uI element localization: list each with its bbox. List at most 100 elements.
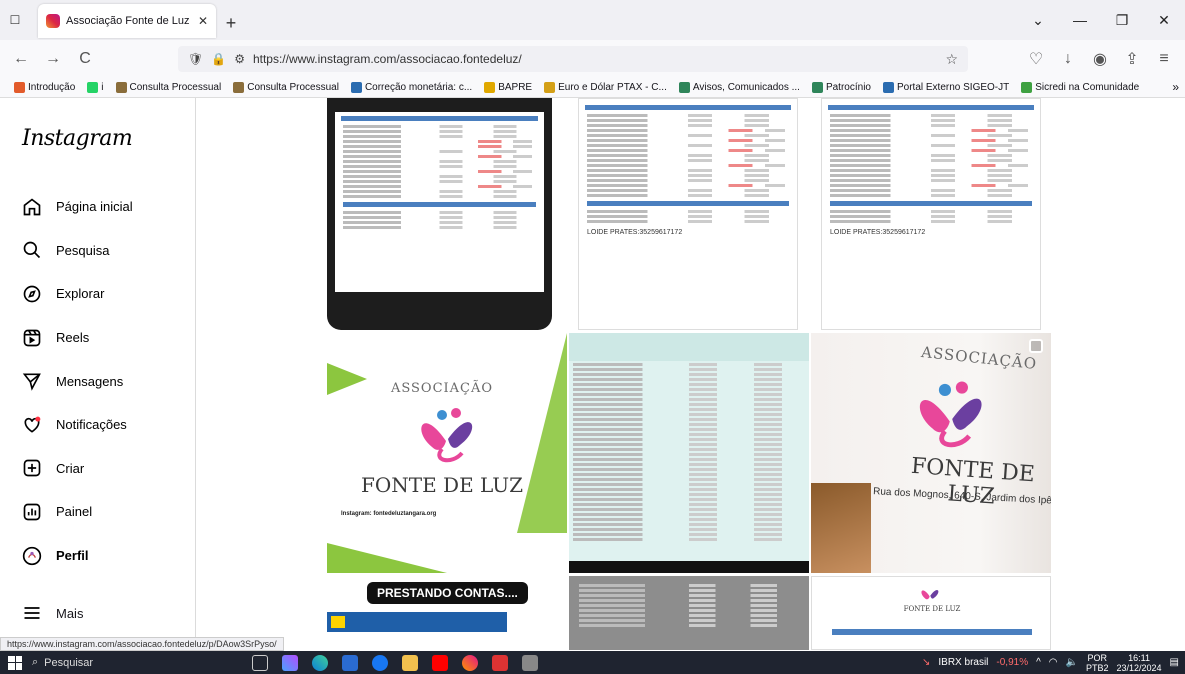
- sidebar-menu: Página inicial Pesquisa Explorar Reels M…: [22, 185, 133, 577]
- edge-icon[interactable]: [312, 654, 328, 671]
- post-bank-statement[interactable]: [569, 333, 809, 573]
- sidebar-item-reels[interactable]: Reels: [22, 316, 133, 360]
- bookmarks-overflow-icon[interactable]: »: [1172, 80, 1179, 94]
- new-tab-button[interactable]: +: [216, 6, 246, 40]
- bookmark-item[interactable]: Introdução: [14, 82, 75, 93]
- firefox-icon[interactable]: [462, 654, 478, 671]
- bookmark-favicon-icon: [811, 82, 823, 93]
- sidebar-item-dashboard[interactable]: Painel: [22, 490, 133, 534]
- file-explorer-icon[interactable]: [402, 654, 418, 671]
- sidebar-item-label: Criar: [56, 460, 85, 476]
- tab-list-button[interactable]: ☐: [0, 0, 30, 40]
- send-icon: [22, 371, 42, 391]
- active-tab[interactable]: Associação Fonte de Luz (@ass ✕: [38, 4, 216, 38]
- notifications-icon[interactable]: ▤: [1170, 657, 1179, 668]
- sidebar-item-create[interactable]: Criar: [22, 447, 133, 491]
- reload-button[interactable]: C: [72, 46, 98, 72]
- post-prestando-contas[interactable]: PRESTANDO CONTAS....: [327, 576, 567, 650]
- bookmark-item[interactable]: BAPRE: [484, 82, 532, 93]
- store-icon[interactable]: [342, 654, 358, 671]
- bookmark-item[interactable]: Consulta Processual: [115, 82, 222, 93]
- close-window-button[interactable]: ✕: [1143, 12, 1185, 29]
- youtube-icon[interactable]: [432, 654, 448, 671]
- bookmark-item[interactable]: Euro e Dólar PTAX - C...: [544, 82, 667, 93]
- bookmark-item[interactable]: Correção monetária: c...: [350, 82, 472, 93]
- copilot-icon[interactable]: [282, 654, 298, 671]
- post-financial-report-1[interactable]: [327, 98, 552, 330]
- bookmark-star-icon[interactable]: ☆: [945, 51, 958, 68]
- post-association-sign-photo[interactable]: ASSOCIAÇÃO FONTE DE LUZ Rua dos Mognos, …: [811, 333, 1051, 573]
- reels-icon: [22, 328, 42, 348]
- clock[interactable]: 16:11 23/12/2024: [1117, 653, 1162, 673]
- windows-taskbar: ⌕ Pesquisar ↘ IBRX brasil -0,91% ^ ◠ 🔈 P…: [0, 651, 1185, 674]
- restore-button[interactable]: ❐: [1101, 12, 1143, 29]
- pocket-icon[interactable]: ♡: [1023, 46, 1049, 72]
- toolbar-icons: ♡ ↓ ◉ ⇪ ≡: [1023, 46, 1177, 72]
- tab-close-icon[interactable]: ✕: [198, 14, 208, 28]
- sidebar-item-profile[interactable]: Perfil: [22, 534, 133, 578]
- butterfly-logo-icon: [421, 408, 473, 463]
- taskbar-search[interactable]: ⌕ Pesquisar: [32, 654, 152, 672]
- bookmark-item[interactable]: Patrocínio: [811, 82, 871, 93]
- bookmark-favicon-icon: [882, 82, 894, 93]
- status-url: https://www.instagram.com/associacao.fon…: [0, 637, 284, 651]
- ibrx-label[interactable]: IBRX brasil: [938, 657, 988, 668]
- bookmark-item[interactable]: Avisos, Comunicados ...: [678, 82, 800, 93]
- lock-icon[interactable]: 🔒: [211, 52, 226, 66]
- volume-icon[interactable]: 🔈: [1066, 657, 1078, 668]
- minimize-button[interactable]: —: [1059, 12, 1101, 28]
- stock-down-icon: ↘: [922, 657, 931, 668]
- butterfly-logo-icon: [921, 590, 939, 600]
- pen-icon[interactable]: [522, 654, 538, 671]
- task-view-icon[interactable]: [252, 654, 268, 671]
- sidebar-item-search[interactable]: Pesquisa: [22, 229, 133, 273]
- bookmark-label: Consulta Processual: [129, 82, 222, 93]
- sidebar-item-more[interactable]: Mais: [22, 603, 83, 623]
- tray-overflow-icon[interactable]: ^: [1036, 657, 1041, 668]
- apps-icon[interactable]: [492, 654, 508, 671]
- fonte-de-luz-label: FONTE DE LUZ: [903, 605, 961, 613]
- language-indicator[interactable]: POR PTB2: [1086, 653, 1109, 673]
- bookmark-item[interactable]: Portal Externo SIGEO-JT: [882, 82, 1009, 93]
- bookmark-favicon-icon: [544, 82, 556, 93]
- post-small-logo-report[interactable]: FONTE DE LUZ: [811, 576, 1051, 650]
- share-icon[interactable]: ⇪: [1119, 46, 1145, 72]
- bookmark-item[interactable]: Sicredi na Comunidade: [1021, 82, 1139, 93]
- bookmark-item[interactable]: i: [87, 82, 104, 93]
- post-association-logo[interactable]: ASSOCIAÇÃO FONTE DE LUZ Instagram: fonte…: [327, 333, 567, 573]
- tab-dropdown-icon[interactable]: ⌄: [1017, 12, 1059, 29]
- bookmark-label: BAPRE: [498, 82, 533, 93]
- back-button[interactable]: ←: [8, 46, 34, 72]
- reel-icon: [1029, 339, 1043, 353]
- menu-icon[interactable]: ≡: [1151, 46, 1177, 72]
- downloads-icon[interactable]: ↓: [1055, 46, 1081, 72]
- instagram-logo[interactable]: Instagram: [22, 126, 133, 151]
- permissions-icon[interactable]: ⚙: [234, 52, 245, 66]
- post-financial-report-3[interactable]: LOIDE PRATES:35259617172: [821, 98, 1041, 330]
- home-icon: [22, 197, 42, 217]
- account-icon[interactable]: ◉: [1087, 46, 1113, 72]
- taskbar-search-label: Pesquisar: [44, 656, 94, 669]
- tab-bar: ☐ Associação Fonte de Luz (@ass ✕ +: [0, 0, 1185, 40]
- sidebar-item-explore[interactable]: Explorar: [22, 272, 133, 316]
- bookmark-label: Euro e Dólar PTAX - C...: [558, 82, 667, 93]
- sidebar-item-label: Pesquisa: [56, 242, 110, 258]
- bookmark-label: Introdução: [28, 82, 76, 93]
- forward-button[interactable]: →: [40, 46, 66, 72]
- sidebar-item-messages[interactable]: Mensagens: [22, 359, 133, 403]
- post-financial-report-2[interactable]: LOIDE PRATES:35259617172: [578, 98, 798, 330]
- post-statement-photo[interactable]: [569, 576, 809, 650]
- sidebar-item-notifications[interactable]: Notificações: [22, 403, 133, 447]
- network-icon[interactable]: ◠: [1049, 657, 1058, 668]
- facebook-icon[interactable]: [372, 654, 388, 671]
- bookmark-item[interactable]: Consulta Processual: [233, 82, 339, 93]
- shield-icon[interactable]: 🛡: [188, 52, 203, 66]
- butterfly-logo-icon: [919, 381, 982, 448]
- url-bar[interactable]: 🛡 🔒 ⚙ https://www.instagram.com/associac…: [178, 46, 968, 72]
- windows-start-icon[interactable]: [8, 655, 22, 670]
- instagram-sidebar: Instagram Página inicial Pesquisa Explor…: [0, 98, 196, 650]
- url-text[interactable]: https://www.instagram.com/associacao.fon…: [253, 52, 937, 66]
- language-code: POR: [1087, 652, 1107, 663]
- sidebar-item-home[interactable]: Página inicial: [22, 185, 133, 229]
- sidebar-item-label: Reels: [56, 330, 90, 346]
